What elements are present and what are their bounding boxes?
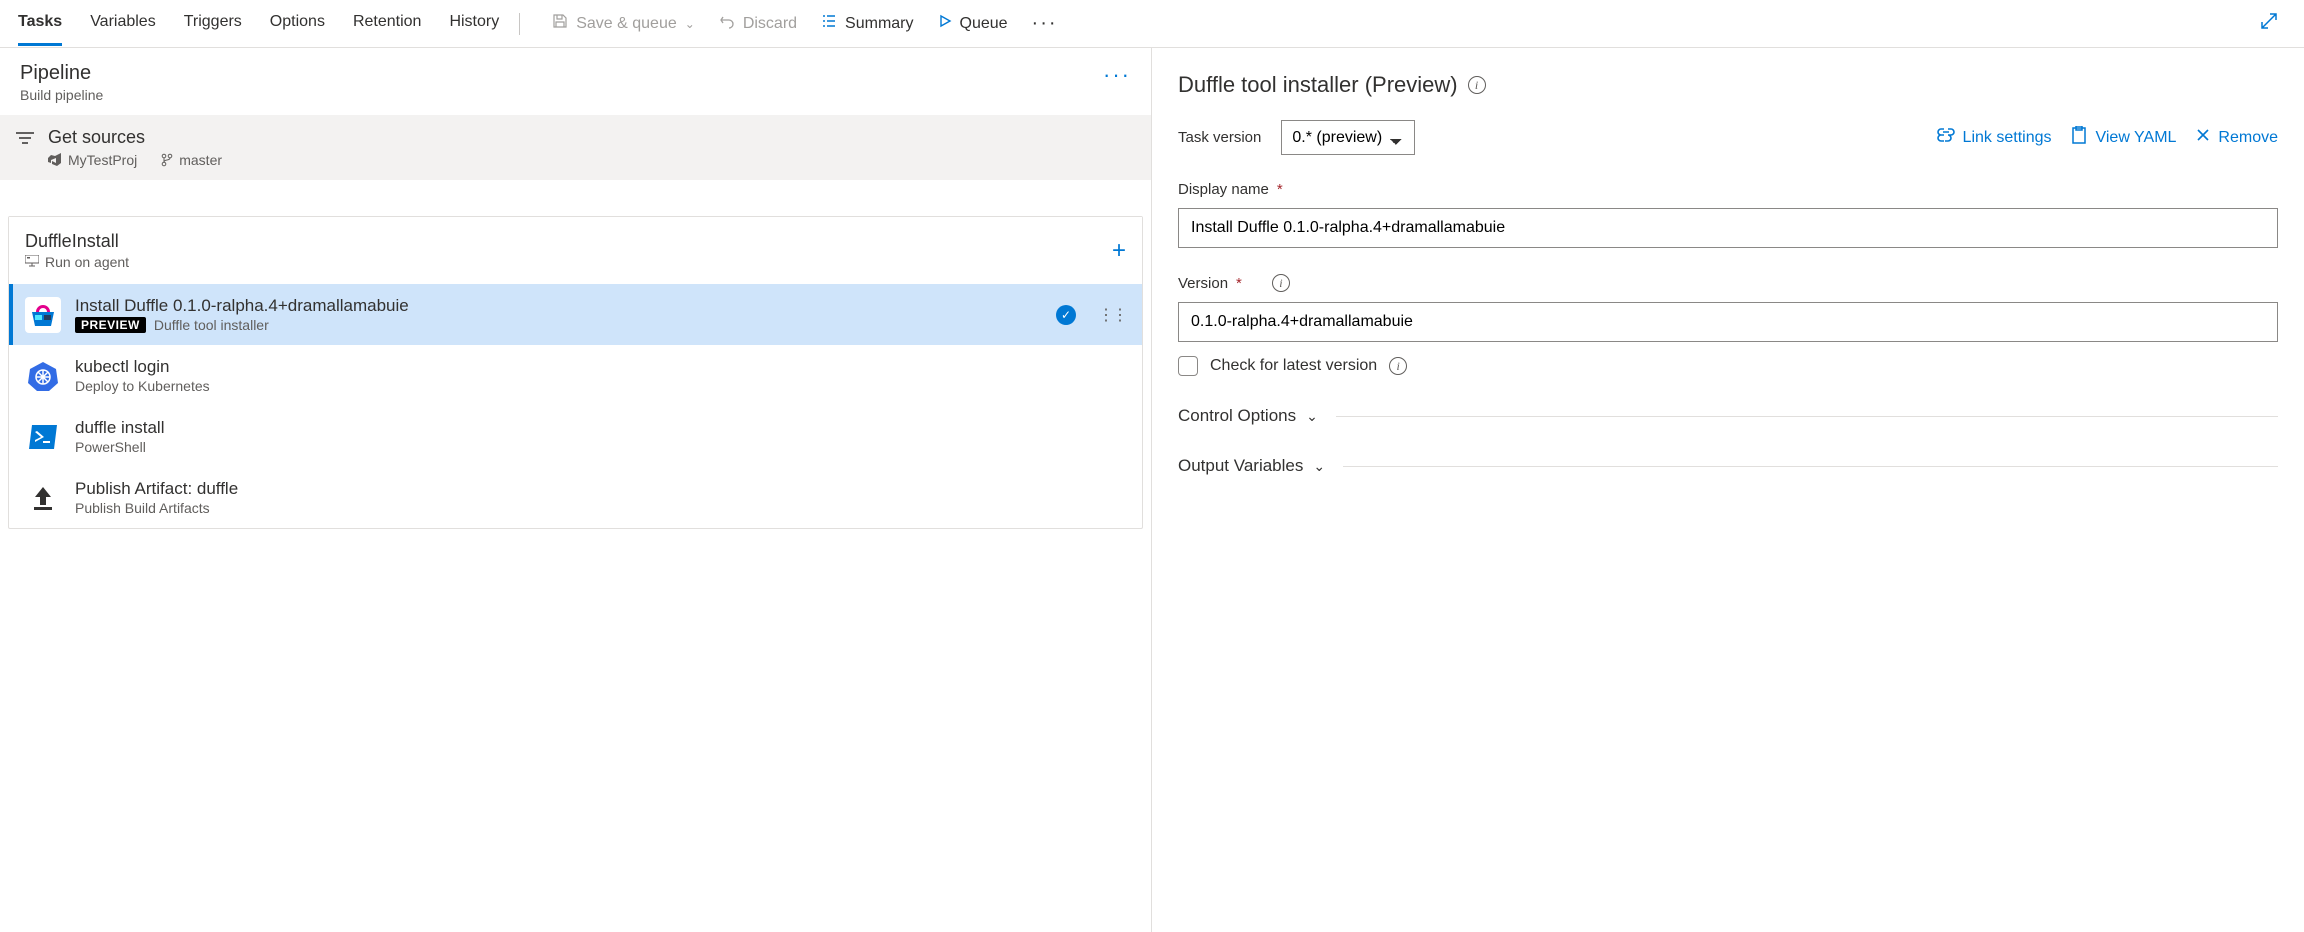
task-version-label: Task version [1178, 129, 1261, 146]
display-name-label: Display name [1178, 181, 1269, 198]
tab-variables[interactable]: Variables [90, 1, 156, 46]
more-button[interactable]: ··· [1020, 12, 1070, 35]
task-row-publish-artifact[interactable]: Publish Artifact: duffle Publish Build A… [9, 467, 1142, 528]
discard-button[interactable]: Discard [707, 13, 809, 34]
clipboard-icon [2071, 126, 2087, 149]
info-icon[interactable]: i [1272, 274, 1290, 292]
repo-name: MyTestProj [48, 152, 137, 168]
tab-options[interactable]: Options [270, 1, 325, 46]
link-settings-button[interactable]: Link settings [1937, 128, 2052, 147]
add-task-button[interactable]: + [1112, 237, 1126, 265]
task-row-kubectl[interactable]: kubectl login Deploy to Kubernetes [9, 345, 1142, 406]
tab-triggers[interactable]: Triggers [184, 1, 242, 46]
toolbar-separator [519, 13, 520, 35]
task-subtitle: Duffle tool installer [154, 317, 269, 333]
save-queue-label: Save & queue [576, 15, 677, 33]
detail-title: Duffle tool installer (Preview) [1178, 72, 1458, 98]
output-variables-section[interactable]: Output Variables ⌄ [1178, 456, 2278, 476]
chevron-down-icon: ⌄ [1313, 458, 1325, 475]
tab-tasks[interactable]: Tasks [18, 1, 62, 46]
task-subtitle: PowerShell [75, 439, 164, 455]
powershell-icon [25, 419, 61, 455]
display-name-input[interactable] [1178, 208, 2278, 248]
queue-button[interactable]: Queue [926, 14, 1020, 33]
save-icon [552, 13, 568, 34]
sources-icon [16, 131, 34, 150]
info-icon[interactable]: i [1389, 357, 1407, 375]
task-title: Publish Artifact: duffle [75, 479, 238, 499]
control-options-section[interactable]: Control Options ⌄ [1178, 406, 2278, 426]
link-icon [1937, 128, 1955, 147]
pipeline-tree: Pipeline Build pipeline ··· Get sources … [0, 48, 1152, 932]
tab-bar: Tasks Variables Triggers Options Retenti… [18, 1, 499, 46]
discard-label: Discard [743, 15, 797, 33]
remove-button[interactable]: Remove [2196, 128, 2278, 147]
pipeline-more-icon[interactable]: ··· [1103, 62, 1131, 88]
save-queue-button[interactable]: Save & queue ⌄ [540, 13, 707, 34]
chevron-down-icon: ⌄ [685, 17, 695, 31]
view-yaml-button[interactable]: View YAML [2071, 126, 2176, 149]
chevron-down-icon: ⌄ [1306, 408, 1318, 425]
agent-icon [25, 254, 39, 270]
job-name: DuffleInstall [25, 231, 129, 252]
task-row-powershell[interactable]: duffle install PowerShell [9, 406, 1142, 467]
duffle-icon [25, 297, 61, 333]
pipeline-subtitle: Build pipeline [20, 87, 103, 103]
drag-handle-icon[interactable]: ⋮⋮ [1098, 305, 1126, 325]
task-version-select[interactable]: 0.* (preview) [1281, 120, 1415, 155]
check-latest-label: Check for latest version [1210, 357, 1377, 375]
fullscreen-icon[interactable] [2252, 12, 2286, 35]
task-row-duffle-install[interactable]: Install Duffle 0.1.0-ralpha.4+dramallama… [9, 284, 1142, 345]
get-sources-row[interactable]: Get sources MyTestProj master [0, 115, 1151, 180]
job-subtitle: Run on agent [45, 254, 129, 270]
tab-retention[interactable]: Retention [353, 1, 422, 46]
job-header[interactable]: DuffleInstall Run on agent + [9, 217, 1142, 284]
kubernetes-icon [25, 358, 61, 394]
pipeline-title: Pipeline [20, 62, 103, 85]
task-detail-pane: Duffle tool installer (Preview) i Task v… [1152, 48, 2304, 932]
tab-history[interactable]: History [449, 1, 499, 46]
preview-badge: PREVIEW [75, 317, 146, 333]
agent-job: DuffleInstall Run on agent + Install D [8, 216, 1143, 529]
close-icon [2196, 128, 2210, 147]
check-latest-checkbox[interactable] [1178, 356, 1198, 376]
summary-label: Summary [845, 15, 913, 33]
pipeline-header[interactable]: Pipeline Build pipeline ··· [0, 48, 1151, 115]
summary-button[interactable]: Summary [809, 13, 925, 34]
branch-name: master [161, 152, 222, 168]
get-sources-title: Get sources [48, 127, 222, 148]
version-label: Version [1178, 275, 1228, 292]
upload-icon [25, 480, 61, 516]
task-title: kubectl login [75, 357, 210, 377]
queue-label: Queue [960, 15, 1008, 33]
task-title: Install Duffle 0.1.0-ralpha.4+dramallama… [75, 296, 1042, 316]
required-marker: * [1277, 181, 1283, 198]
required-marker: * [1236, 275, 1242, 292]
branch-icon [161, 153, 173, 167]
task-subtitle: Publish Build Artifacts [75, 500, 238, 516]
list-icon [821, 13, 837, 34]
task-title: duffle install [75, 418, 164, 438]
info-icon[interactable]: i [1468, 76, 1486, 94]
version-input[interactable] [1178, 302, 2278, 342]
azure-devops-icon [48, 153, 62, 167]
play-icon [938, 14, 952, 33]
editor-toolbar: Tasks Variables Triggers Options Retenti… [0, 0, 2304, 48]
task-subtitle: Deploy to Kubernetes [75, 378, 210, 394]
check-icon: ✓ [1056, 305, 1076, 325]
undo-icon [719, 13, 735, 34]
